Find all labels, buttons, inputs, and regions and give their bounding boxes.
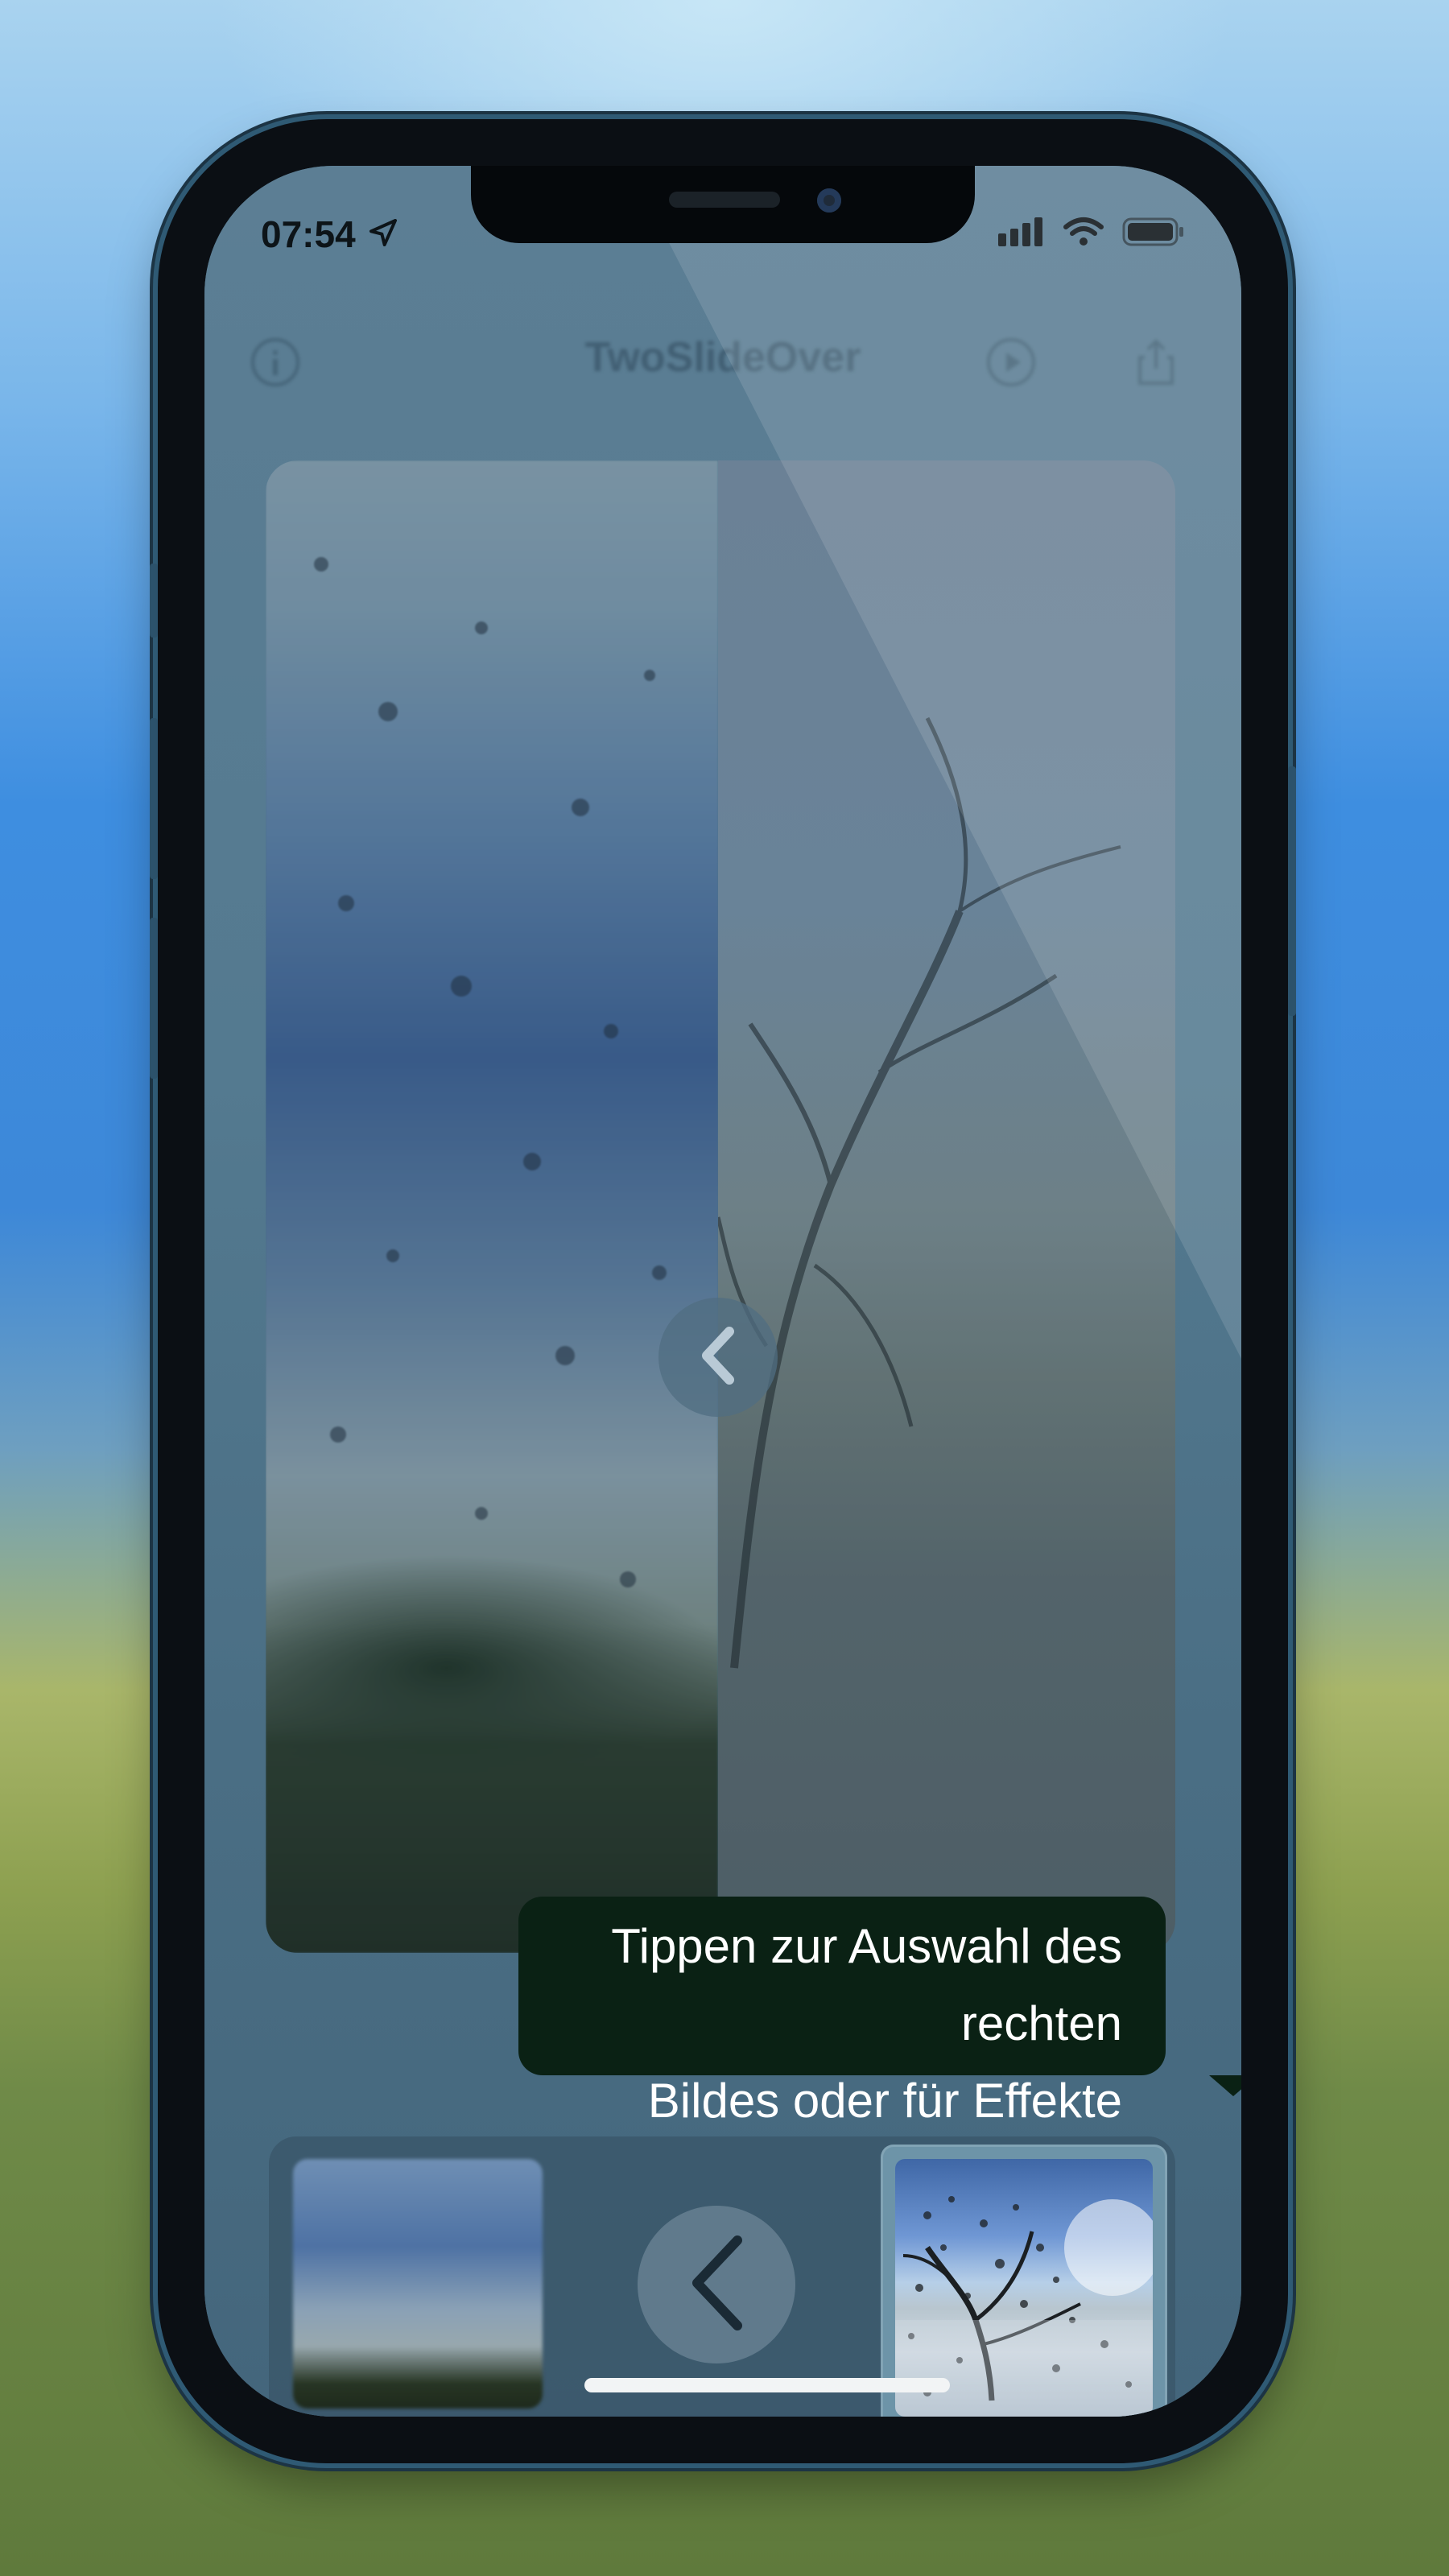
volume-up-button [150,718,158,879]
chevron-left-icon [676,2231,757,2339]
image-compare-view[interactable] [266,460,1175,1953]
right-image-thumbnail-selected[interactable] [881,2145,1167,2417]
hint-tooltip: Tippen zur Auswahl des rechten Bildes od… [518,1897,1166,2128]
app-title: TwoSlideOver [584,334,861,381]
thumbnail-bar [269,2136,1175,2417]
status-bar-right [998,216,1185,252]
earpiece [669,192,780,208]
screen: 07:54 TwoSlideOver Tippen zur Auswahl de… [204,166,1241,2417]
battery-icon [1122,216,1185,252]
swap-button[interactable] [638,2206,795,2363]
location-arrow-icon [367,217,399,253]
play-icon[interactable] [985,336,1037,388]
phone-frame: 07:54 TwoSlideOver Tippen zur Auswahl de… [150,119,1296,2463]
chevron-left-icon [694,1323,742,1392]
silent-switch [150,564,158,638]
divider-handle[interactable] [658,1298,778,1417]
nav-bar: TwoSlideOver [204,319,1241,399]
front-camera [817,188,841,213]
status-bar-left: 07:54 [261,213,399,256]
status-time: 07:54 [261,213,356,255]
wifi-icon [1063,216,1104,252]
notch [471,166,975,243]
left-image-thumbnail[interactable] [293,2159,543,2409]
signal-bars-icon [998,216,1045,252]
share-icon[interactable] [1130,336,1182,388]
home-indicator[interactable] [584,2378,950,2392]
tooltip-line-2: Bildes oder für Effekte [647,2074,1122,2128]
volume-down-button [150,918,158,1079]
overlay-dim [266,460,1175,1953]
tooltip-arrow [1209,2075,1241,2096]
power-button [1288,766,1296,1016]
tooltip-line-1: Tippen zur Auswahl des rechten [611,1919,1122,2050]
